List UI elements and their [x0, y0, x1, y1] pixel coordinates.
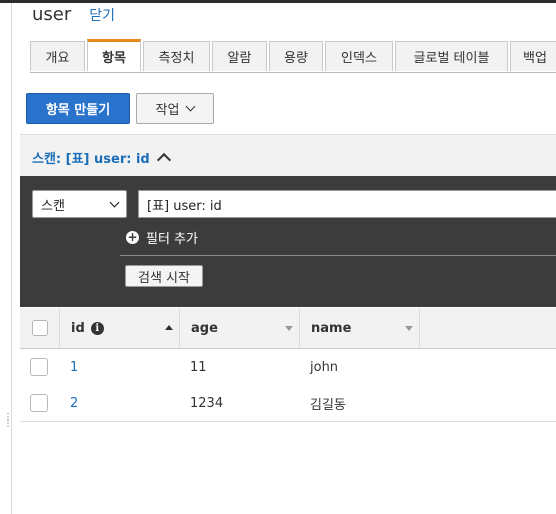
tab-alarms[interactable]: 알람 — [212, 41, 267, 71]
tab-overview[interactable]: 개요 — [30, 41, 85, 71]
chevron-down-icon — [186, 101, 196, 112]
column-label-name: name — [311, 320, 352, 336]
scan-target-value: [표] user: id — [147, 198, 222, 214]
tab-capacity[interactable]: 용량 — [269, 41, 323, 71]
chevron-up-icon[interactable] — [156, 152, 172, 168]
row-checkbox[interactable] — [30, 358, 48, 376]
cell-name: 김길동 — [310, 397, 346, 413]
sort-icon — [405, 326, 413, 331]
chevron-down-icon — [109, 197, 120, 208]
tab-indexes[interactable]: 인덱스 — [325, 41, 393, 71]
row-select-cell — [30, 349, 48, 385]
left-panel-edge[interactable]: ⋮ ⋮ — [0, 3, 13, 514]
resize-grip-icon[interactable]: ⋮ ⋮ — [3, 413, 13, 429]
table-row[interactable]: 1 11 john — [20, 349, 556, 386]
select-all-cell — [20, 308, 60, 348]
tab-items[interactable]: 항목 — [87, 39, 141, 71]
cell-id-link[interactable]: 1 — [70, 349, 78, 385]
start-search-button[interactable]: 검색 시작 — [125, 265, 203, 287]
actions-button[interactable]: 작업 — [136, 93, 214, 124]
row-select-cell — [30, 385, 48, 421]
page-header: user 닫기 — [32, 4, 115, 26]
row-checkbox[interactable] — [30, 394, 48, 412]
scan-summary-bar: 스캔: [표] user: id — [20, 134, 556, 177]
scan-title-link[interactable]: 스캔: [표] user: id — [32, 148, 150, 167]
scan-mode-value: 스캔 — [41, 198, 65, 214]
create-item-button[interactable]: 항목 만들기 — [26, 93, 130, 124]
info-icon[interactable]: i — [90, 321, 104, 335]
column-header-name[interactable]: name — [300, 308, 420, 348]
tab-backups[interactable]: 백업 — [510, 41, 556, 71]
tab-global-tables[interactable]: 글로벌 테이블 — [395, 41, 508, 71]
column-label-age: age — [191, 320, 218, 336]
column-label-id: id — [71, 320, 85, 336]
tab-metrics[interactable]: 측정치 — [143, 41, 210, 71]
start-search-label: 검색 시작 — [138, 270, 190, 286]
close-link[interactable]: 닫기 — [89, 5, 115, 25]
actions-label: 작업 — [155, 103, 180, 118]
add-filter-label: 필터 추가 — [146, 232, 198, 247]
cell-age: 11 — [190, 359, 207, 375]
scan-panel: 스캔 [표] user: id + 필터 추가 검색 시작 — [20, 176, 556, 307]
column-header-id[interactable]: id i — [60, 308, 180, 348]
table-header: id i age name — [20, 308, 556, 349]
table-title: user — [32, 4, 72, 25]
select-all-checkbox[interactable] — [31, 320, 48, 336]
create-item-label: 항목 만들기 — [45, 103, 111, 118]
plus-circle-icon: + — [126, 230, 139, 244]
scan-target-field[interactable]: [표] user: id — [138, 190, 556, 218]
sort-ascending-icon — [165, 325, 173, 330]
table-row[interactable]: 2 1234 김길동 — [20, 385, 556, 422]
scan-mode-select[interactable]: 스캔 — [32, 190, 127, 218]
add-filter-button[interactable]: + 필터 추가 — [126, 228, 198, 247]
cell-name: john — [310, 359, 339, 375]
cell-id-link[interactable]: 2 — [70, 385, 78, 421]
top-bar — [0, 0, 556, 3]
divider — [120, 255, 556, 256]
cell-age: 1234 — [190, 395, 224, 411]
sort-icon — [285, 326, 293, 331]
column-header-age[interactable]: age — [180, 308, 300, 348]
tab-bar: 개요 항목 측정치 알람 용량 인덱스 글로벌 테이블 백업 — [30, 39, 556, 73]
